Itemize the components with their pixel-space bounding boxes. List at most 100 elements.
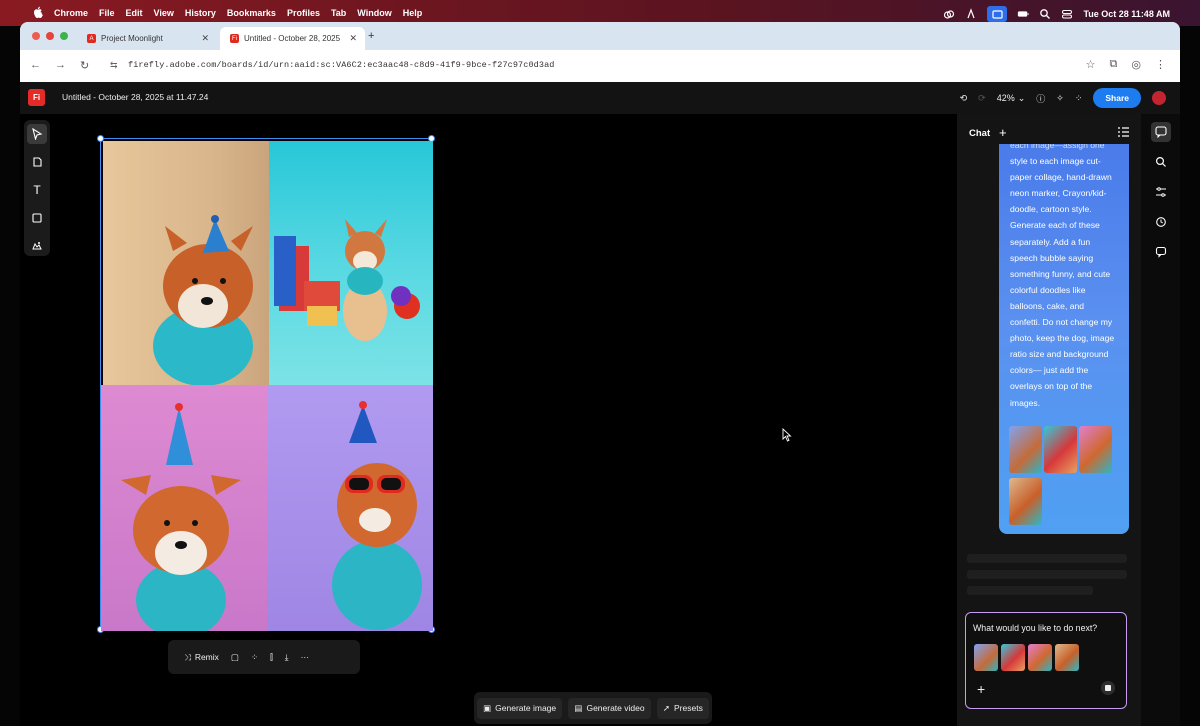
select-tool-icon[interactable] — [27, 124, 47, 144]
stop-generation-button[interactable] — [1101, 681, 1115, 695]
menu-profiles[interactable]: Profiles — [287, 8, 320, 18]
screen-mirroring-icon[interactable] — [987, 6, 1008, 22]
message-line: doodle, cartoon style. — [1010, 204, 1092, 215]
generate-video-label: Generate video — [586, 703, 645, 713]
apps-grid-icon[interactable]: ⁘ — [1075, 93, 1083, 104]
attachment-thumbnail[interactable] — [1028, 644, 1052, 671]
tab-search-icon[interactable]: ⧉ — [1110, 58, 1118, 71]
control-center-icon[interactable] — [1061, 8, 1073, 20]
shuffle-icon: ⤨ — [184, 651, 191, 662]
history-icon[interactable] — [1151, 212, 1171, 232]
menubar-clock[interactable]: Tue Oct 28 11:48 AM — [1083, 9, 1170, 19]
undo-icon[interactable]: ⟲ — [960, 93, 968, 104]
browser-tab-project-moonlight[interactable]: A Project Moonlight ✕ — [77, 27, 217, 50]
left-tool-rail: T — [24, 120, 50, 256]
site-info-icon[interactable]: ⇆ — [110, 60, 118, 71]
loading-placeholder — [967, 570, 1127, 579]
battery-icon[interactable] — [1017, 8, 1030, 20]
chat-input-box[interactable]: What would you like to do next? + — [965, 612, 1127, 709]
menu-edit[interactable]: Edit — [126, 8, 143, 18]
copy-icon[interactable]: ▢ — [231, 652, 239, 663]
image-board-selection[interactable] — [97, 135, 435, 633]
browser-tab-untitled[interactable]: Fi Untitled - October 28, 2025 ✕ — [220, 27, 365, 50]
maximize-window-button[interactable] — [60, 32, 68, 40]
forward-arrow-icon[interactable]: → — [55, 59, 66, 72]
reload-icon[interactable]: ↻ — [80, 59, 89, 72]
message-line: colorful doodles like — [1010, 284, 1086, 295]
presets-button[interactable]: ➚ Presets — [656, 697, 709, 719]
chevron-down-icon[interactable]: ⌄ — [1018, 93, 1026, 104]
message-line: each image—assign one — [1010, 144, 1105, 150]
script-icon[interactable] — [965, 8, 977, 20]
profile-icon[interactable]: ◎ — [1131, 58, 1141, 71]
firefly-logo[interactable]: Fi — [28, 89, 45, 106]
zoom-level[interactable]: 42% — [997, 93, 1015, 103]
apple-icon[interactable] — [33, 6, 43, 18]
add-media-icon[interactable] — [27, 152, 47, 172]
menu-file[interactable]: File — [99, 8, 115, 18]
generated-image-2[interactable] — [269, 141, 433, 385]
add-attachment-icon[interactable]: + — [977, 681, 985, 697]
bookmark-star-icon[interactable]: ☆ — [1086, 58, 1096, 71]
attachment-thumbnail[interactable] — [1044, 426, 1077, 473]
tab-strip: A Project Moonlight ✕ Fi Untitled - Octo… — [20, 22, 1180, 50]
chat-input-field[interactable]: What would you like to do next? — [973, 623, 1097, 633]
presets-label: Presets — [674, 703, 703, 713]
attachment-thumbnail[interactable] — [1079, 426, 1112, 473]
attachment-thumbnail[interactable] — [1009, 426, 1042, 473]
comments-icon[interactable] — [1151, 242, 1171, 262]
download-icon[interactable]: ⤓ — [285, 652, 289, 663]
attachment-thumbnail[interactable] — [974, 644, 998, 671]
tab-title: Project Moonlight — [101, 34, 163, 43]
search-icon[interactable] — [1151, 152, 1171, 172]
close-tab-icon[interactable]: ✕ — [349, 33, 357, 44]
text-tool-icon[interactable]: T — [27, 180, 47, 200]
attachment-thumbnail[interactable] — [1055, 644, 1079, 671]
generate-video-button[interactable]: ▤ Generate video — [568, 697, 651, 719]
board-canvas[interactable]: T ⤨ Remix ▢ ⁘ ⫿ ⤓ ··· ▣ Generate image ▤… — [20, 114, 960, 726]
spotlight-search-icon[interactable] — [1039, 8, 1051, 20]
lightbulb-icon[interactable]: ✧ — [1056, 93, 1064, 104]
share-button[interactable]: Share — [1093, 88, 1141, 108]
generated-image-1[interactable] — [103, 141, 269, 385]
menu-view[interactable]: View — [154, 8, 174, 18]
close-tab-icon[interactable]: ✕ — [201, 33, 209, 44]
assets-icon[interactable] — [27, 236, 47, 256]
loading-placeholder — [967, 554, 1127, 563]
chat-history-list-icon[interactable] — [1118, 127, 1129, 137]
help-icon[interactable]: ⓘ — [1036, 92, 1045, 105]
menu-tab[interactable]: Tab — [331, 8, 346, 18]
menu-history[interactable]: History — [185, 8, 216, 18]
message-line: balloons, cake, and — [1010, 300, 1085, 311]
avatar[interactable] — [1152, 91, 1166, 105]
menu-app-name[interactable]: Chrome — [54, 8, 88, 18]
video-icon: ▤ — [574, 702, 583, 713]
generated-image-3[interactable] — [101, 385, 267, 631]
attachment-thumbnail[interactable] — [1009, 478, 1042, 525]
chrome-menu-icon[interactable]: ⋮ — [1155, 58, 1166, 71]
minimize-window-button[interactable] — [46, 32, 54, 40]
adjustments-icon[interactable] — [1151, 182, 1171, 202]
new-tab-icon[interactable]: + — [368, 30, 374, 42]
right-tool-rail — [1141, 114, 1180, 726]
chat-panel-icon[interactable] — [1150, 122, 1171, 142]
mouse-cursor-icon — [782, 428, 792, 442]
remix-button[interactable]: ⤨ Remix — [184, 652, 219, 663]
new-chat-icon[interactable]: + — [999, 125, 1007, 140]
back-arrow-icon[interactable]: ← — [30, 59, 41, 72]
document-title[interactable]: Untitled - October 28, 2025 at 11.47.24 — [62, 92, 208, 102]
menu-bookmarks[interactable]: Bookmarks — [227, 8, 276, 18]
arrange-icon[interactable]: ⁘ — [251, 652, 258, 663]
shape-tool-icon[interactable] — [27, 208, 47, 228]
more-options-icon[interactable]: ··· — [301, 652, 310, 662]
generate-image-button[interactable]: ▣ Generate image — [477, 697, 563, 719]
close-window-button[interactable] — [32, 32, 40, 40]
menu-window[interactable]: Window — [357, 8, 391, 18]
url-field[interactable]: firefly.adobe.com/boards/id/urn:aaid:sc:… — [128, 60, 554, 70]
attachment-thumbnail[interactable] — [1001, 644, 1025, 671]
creative-cloud-icon[interactable] — [943, 8, 955, 20]
generated-image-4[interactable] — [267, 385, 433, 631]
align-icon[interactable]: ⫿ — [270, 652, 273, 663]
menu-help[interactable]: Help — [403, 8, 423, 18]
redo-icon[interactable]: ⟳ — [978, 93, 986, 104]
